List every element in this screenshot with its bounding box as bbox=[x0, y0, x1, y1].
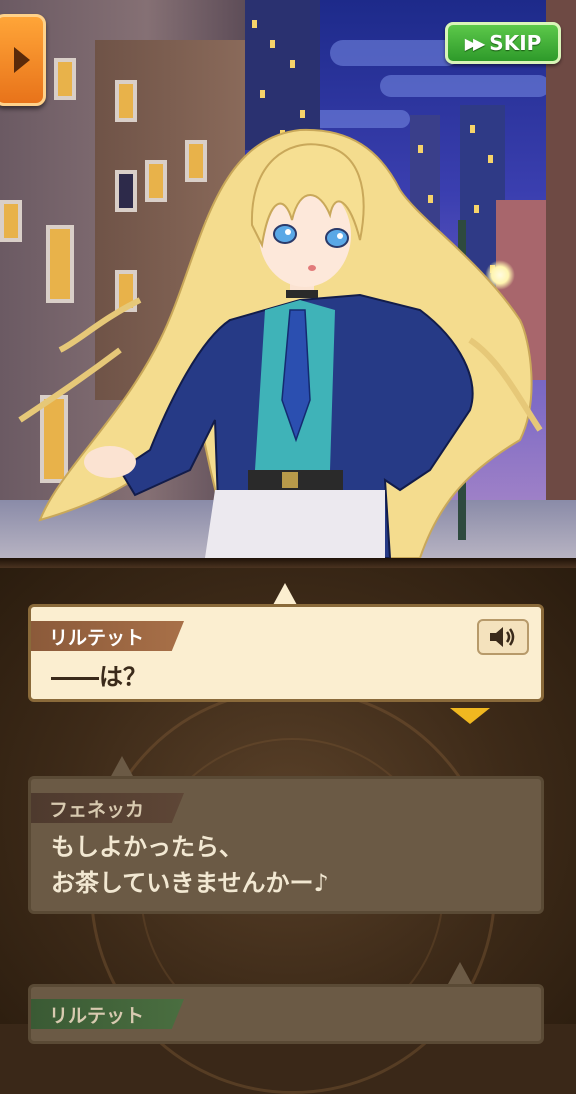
cloud bbox=[380, 75, 550, 97]
window bbox=[0, 200, 22, 242]
bubble-tail bbox=[110, 756, 134, 778]
next-arrow-icon[interactable] bbox=[450, 708, 490, 724]
skyscraper bbox=[410, 115, 440, 415]
speaker-name: リルテット bbox=[49, 1004, 145, 1027]
bubble-tail bbox=[448, 962, 472, 984]
menu-button[interactable] bbox=[0, 14, 46, 106]
speaker-name: フェネッカ bbox=[49, 798, 145, 821]
window bbox=[185, 140, 207, 182]
window bbox=[115, 270, 137, 312]
skip-button[interactable]: ▶▶ SKIP bbox=[445, 22, 561, 64]
window bbox=[46, 225, 74, 303]
voice-replay-button[interactable] bbox=[477, 619, 529, 655]
dialogue-text: もしよかったら、 お茶していきませんかー♪ bbox=[51, 829, 329, 901]
lamp-light bbox=[485, 260, 515, 290]
cloud bbox=[330, 40, 460, 66]
window bbox=[145, 160, 167, 202]
skip-label: SKIP bbox=[489, 31, 542, 55]
speaker-nameplate: リルテット bbox=[31, 621, 185, 651]
street bbox=[0, 500, 576, 558]
bubble-tail bbox=[273, 583, 297, 605]
log-dialogue-bubble[interactable]: リルテット bbox=[28, 984, 544, 1044]
speaker-icon bbox=[490, 627, 515, 647]
window bbox=[54, 58, 76, 100]
building-left-back bbox=[95, 40, 245, 400]
play-triangle-icon bbox=[14, 47, 30, 73]
dialogue-line: お茶していきませんかー♪ bbox=[51, 869, 329, 897]
dialogue-text: ――は？ bbox=[51, 663, 147, 691]
speaker-nameplate: リルテット bbox=[31, 999, 185, 1029]
dialogue-line: もしよかったら、 bbox=[51, 833, 243, 861]
skyscraper bbox=[240, 0, 320, 150]
window bbox=[205, 220, 227, 262]
scene-background bbox=[0, 0, 576, 558]
window bbox=[205, 320, 227, 362]
panel-border bbox=[0, 558, 576, 568]
window bbox=[40, 395, 68, 483]
window bbox=[115, 170, 137, 212]
fast-forward-icon: ▶▶ bbox=[464, 33, 486, 53]
street-lamp bbox=[458, 220, 466, 540]
speaker-nameplate: フェネッカ bbox=[31, 793, 185, 823]
window bbox=[115, 80, 137, 122]
log-dialogue-bubble[interactable]: フェネッカ もしよかったら、 お茶していきませんかー♪ bbox=[28, 776, 544, 914]
speaker-name: リルテット bbox=[49, 626, 145, 649]
current-dialogue-bubble[interactable]: リルテット ――は？ bbox=[28, 604, 544, 702]
building-right bbox=[546, 0, 576, 530]
